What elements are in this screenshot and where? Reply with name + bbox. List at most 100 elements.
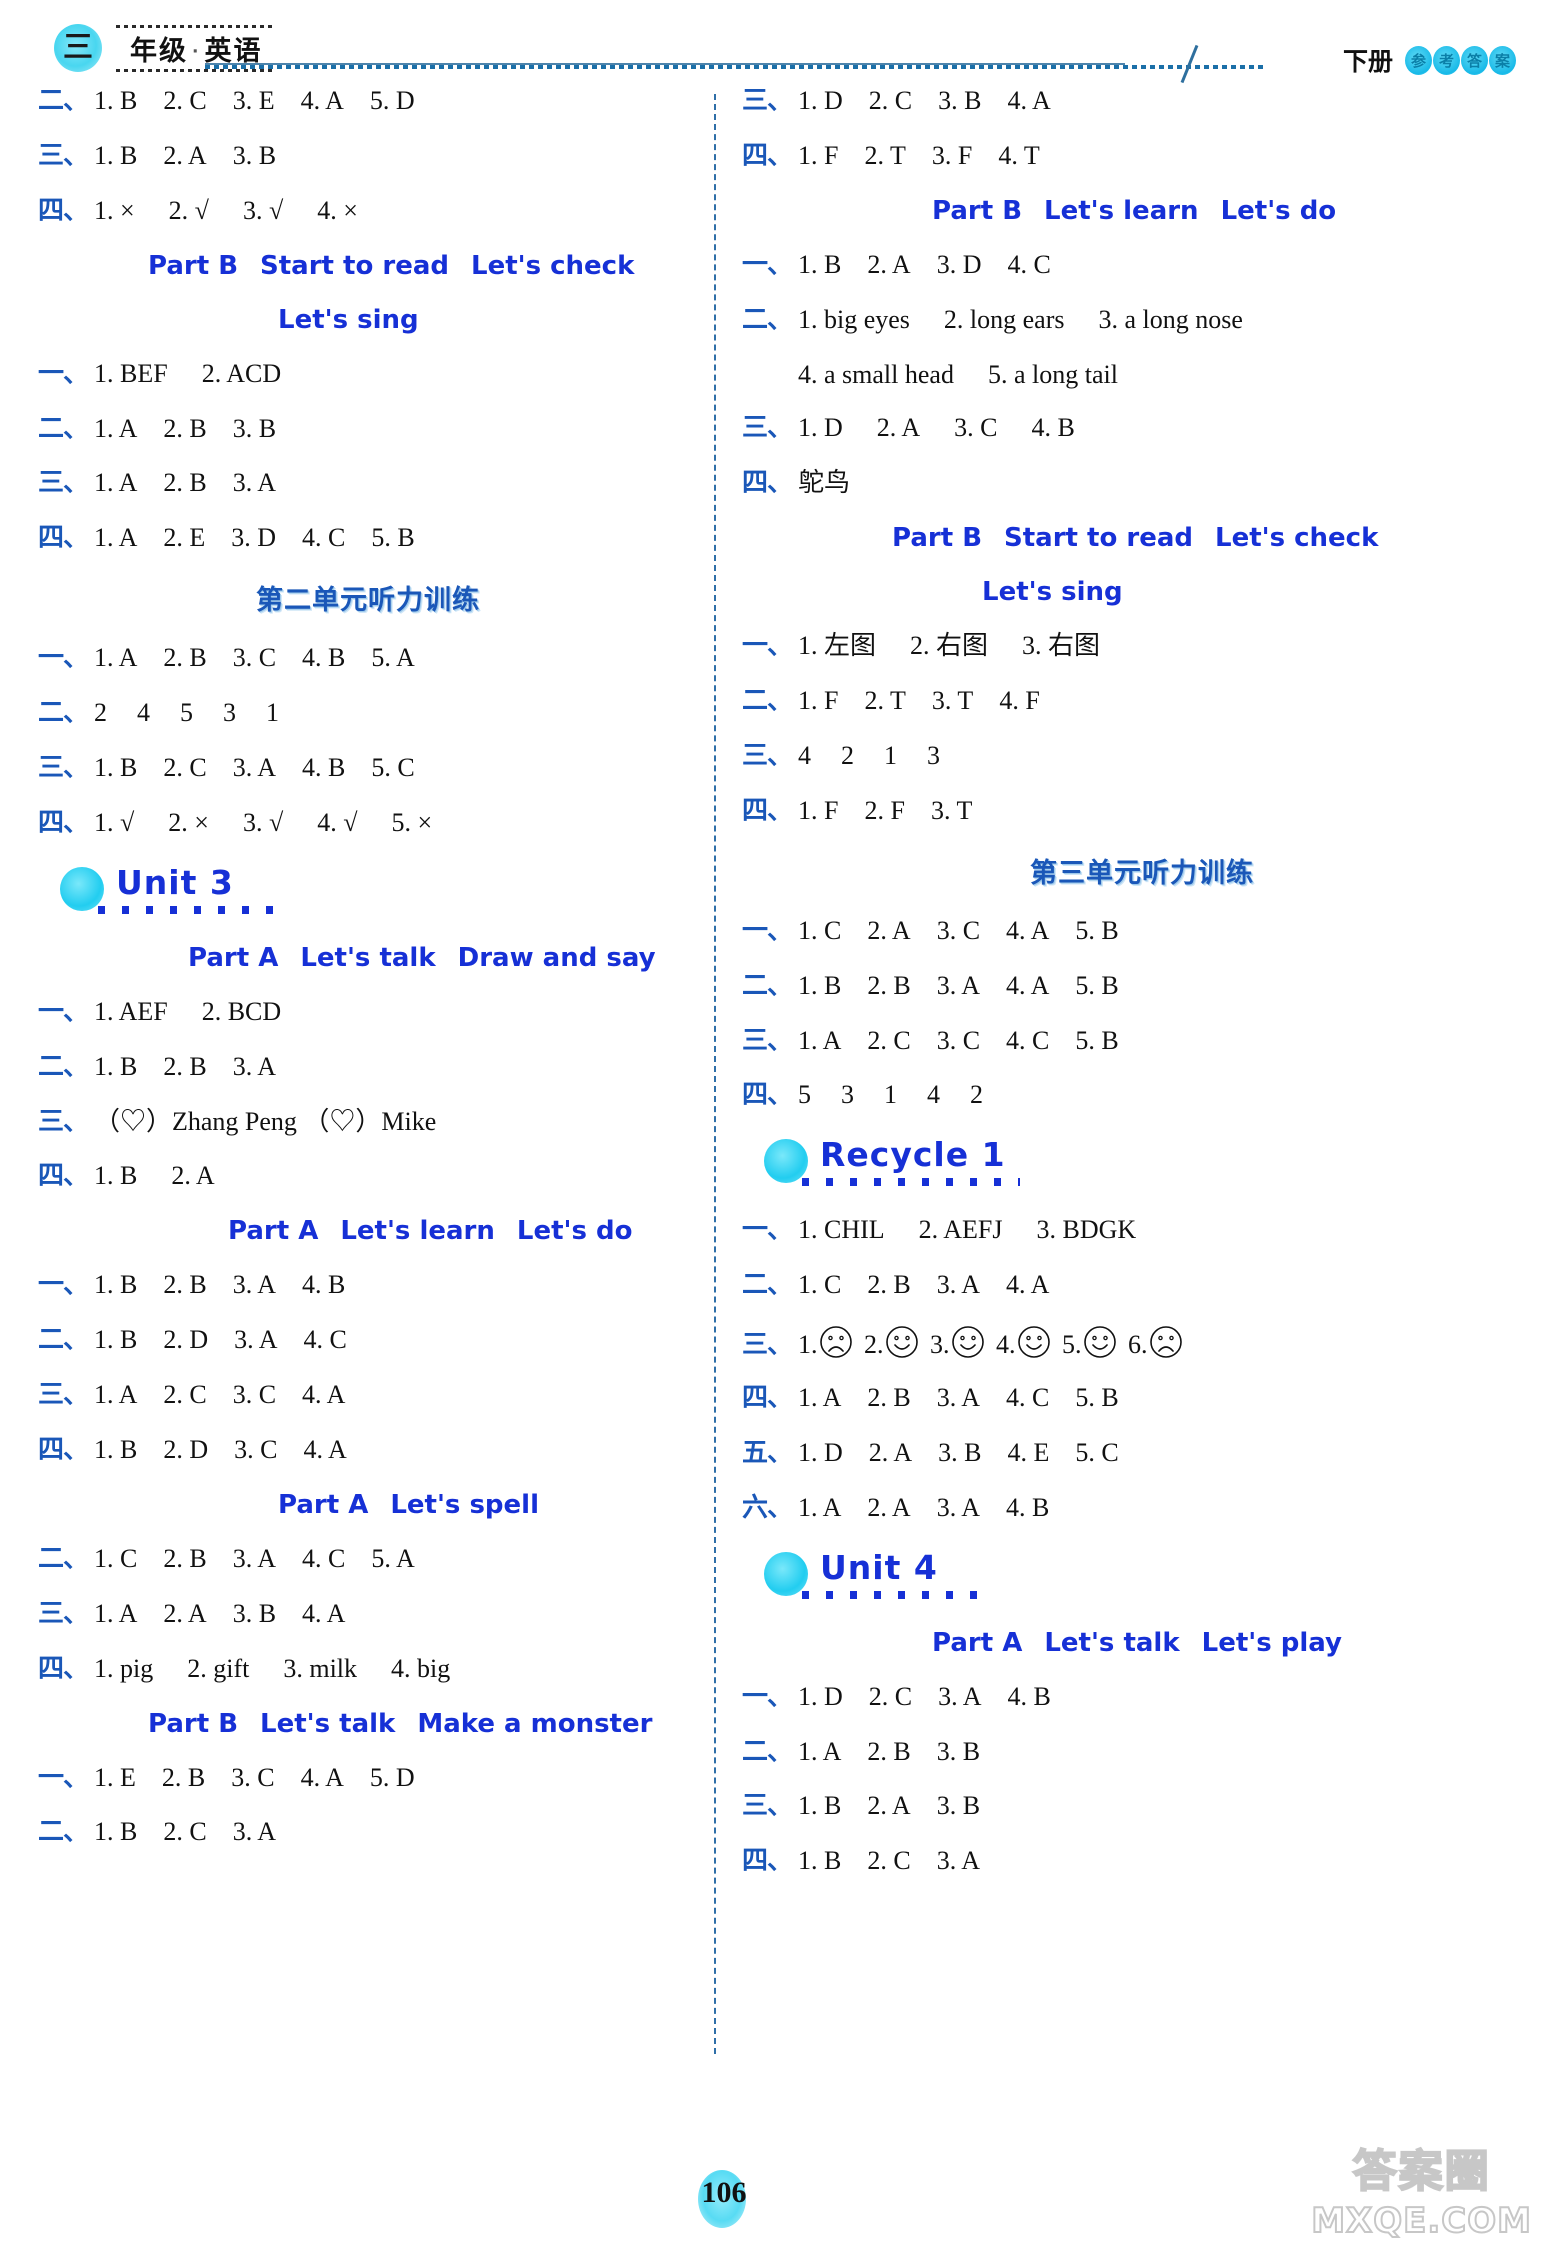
row-answers: 1. C 2. B 3. A 4. C 5. A [94, 1543, 415, 1573]
row-number: 二、 [38, 413, 89, 444]
row-number: 四、 [742, 1080, 793, 1111]
row-answers: 1. B 2. B 3. A [94, 1051, 277, 1081]
header-right-group: 下册 参 考 答 案 [1343, 42, 1516, 78]
unit-dotted-underline [98, 905, 290, 914]
answer-row-hearts: 三、 （♡）Zhang Peng （♡）Mike [38, 1107, 698, 1138]
row-number: 四、 [38, 195, 89, 226]
answer-row: 四、 1. B 2. C 3. A [742, 1846, 1382, 1877]
row-answers: 4213 [798, 741, 940, 771]
row-answers: 1. D 2. C 3. A 4. B [798, 1681, 1051, 1711]
answer-row: 四、 1. pig 2. gift 3. milk 4. big [38, 1654, 698, 1685]
unit-dotted-underline [802, 1590, 994, 1599]
answer-row: 五、 1. D 2. A 3. B 4. E 5. C [742, 1438, 1382, 1469]
answer-row: 二、 1. big eyes 2. long ears 3. a long nose [742, 305, 1382, 336]
page-header: 三 年级 · 英语 下册 参 考 答 案 [0, 18, 1560, 84]
row-number: 二、 [742, 304, 793, 335]
row-answers: 1. B 2. B 3. A 4. A 5. B [798, 970, 1119, 1000]
row-answers: 1. A 2. A 3. B 4. A [94, 1598, 346, 1628]
answer-row: 四、 1. F 2. F 3. T [742, 796, 1382, 827]
row-number: 三、 [38, 1106, 89, 1137]
row-answers: 1. E 2. B 3. C 4. A 5. D [94, 1762, 415, 1792]
row-answers: 1. A 2. B 3. B [94, 413, 277, 443]
row-number: 二、 [38, 1325, 89, 1356]
row-answers: 1. A 2. B 3. C 4. B 5. A [94, 643, 415, 673]
stamp-char-3: 答 [1461, 45, 1488, 75]
sad-face-icon [1149, 1326, 1182, 1358]
answer-row-faces: 三、 1. 2. 3. 4. 5. 6. [742, 1325, 1382, 1361]
column-divider [714, 94, 716, 2054]
answer-row: 一、 1. A 2. B 3. C 4. B 5. A [38, 643, 698, 674]
row-answers: 1. big eyes 2. long ears 3. a long nose [798, 304, 1243, 334]
watermark-cn: 答案圈 [1352, 2145, 1491, 2198]
unit-label: Recycle 1 [820, 1135, 1006, 1175]
answer-row: 二、 1. F 2. T 3. T 4. F [742, 686, 1382, 717]
answer-row: 二、 1. B 2. C 3. A [38, 1817, 698, 1848]
heading-part: Part B [892, 523, 983, 554]
row-number: 四、 [742, 468, 793, 499]
heading-activity: Let's sing [278, 304, 419, 335]
answer-row: 一、 1. D 2. C 3. A 4. B [742, 1682, 1382, 1713]
happy-face-icon [885, 1326, 918, 1358]
row-answers: 1. D 2. A 3. B 4. E 5. C [798, 1437, 1119, 1467]
row-number: 二、 [38, 86, 89, 116]
row-number: 三、 [742, 1330, 793, 1361]
heading-activity-2: Let's do [516, 1216, 633, 1247]
row-number: 三、 [38, 1598, 89, 1629]
row-number: 三、 [742, 1791, 793, 1822]
row-answers: 1. B 2. A 3. D 4. C [798, 249, 1051, 279]
row-answers: 1. F 2. T 3. F 4. T [798, 140, 1040, 170]
row-answers: 1. A 2. A 3. A 4. B [798, 1492, 1050, 1522]
answer-row: 三、 4213 [742, 741, 1382, 772]
heading-activity-1: Let's talk [1044, 1627, 1180, 1658]
answer-row: 四、 1. A 2. E 3. D 4. C 5. B [38, 523, 698, 554]
unit-heading-unit4: Unit 4 [742, 1548, 1382, 1608]
row-number: 六、 [742, 1492, 793, 1523]
row-number: 二、 [742, 1736, 793, 1767]
answer-row: 四、 1. A 2. B 3. A 4. C 5. B [742, 1383, 1382, 1414]
row-answers: 1. 左图 2. 右图 3. 右图 [798, 631, 1101, 661]
face-label-1: 1. [798, 1330, 818, 1360]
heading-part: Part B [932, 195, 1023, 226]
row-number: 四、 [742, 1383, 793, 1414]
answer-row: 三、 1. A 2. A 3. B 4. A [38, 1599, 698, 1630]
answer-row: 二、 1. C 2. B 3. A 4. A [742, 1270, 1382, 1301]
row-answers: 1. √ 2. × 3. √ 4. √ 5. × [94, 807, 433, 837]
row-answers: 1. × 2. √ 3. √ 4. × [94, 195, 358, 225]
left-column: 二、 1. B 2. C 3. E 4. A 5. D 三、 1. B 2. A 3. B … [38, 86, 698, 1872]
face-label-2: 2. [864, 1330, 884, 1360]
row-answers: 1. A 2. E 3. D 4. C 5. B [94, 523, 415, 553]
row-number: 一、 [38, 996, 89, 1027]
answer-row: 一、 1. AEF 2. BCD [38, 997, 698, 1028]
row-answers: 1. B 2. C 3. A [798, 1846, 981, 1876]
row-answers: 1. CHIL 2. AEFJ 3. BDGK [798, 1215, 1137, 1245]
row-number: 二、 [38, 698, 89, 729]
row-number: 三、 [38, 140, 89, 171]
answer-row: 一、 1. C 2. A 3. C 4. A 5. B [742, 916, 1382, 947]
unit-heading-unit3: Unit 3 [38, 863, 698, 923]
row-number: 一、 [38, 643, 89, 674]
heading-part: Part A [278, 1489, 369, 1520]
row-number: 一、 [742, 631, 793, 662]
answer-row: 二、 1. B 2. B 3. A 4. A 5. B [742, 971, 1382, 1002]
unit-ball-icon [60, 866, 104, 911]
row-answers: 1. A 2. C 3. C 4. C 5. B [798, 1025, 1119, 1055]
answer-row: 二、 1. B 2. D 3. A 4. C [38, 1325, 698, 1356]
heading-activity-1: Let's learn [340, 1216, 495, 1247]
row-answers: 53142 [798, 1080, 983, 1110]
header-subject-label: 英语 [204, 35, 263, 67]
sad-face-icon [819, 1326, 852, 1358]
heading-part: Part A [228, 1216, 319, 1247]
row-answers: 1. B 2. C 3. A [94, 1817, 277, 1847]
section-heading: Part B Let's learn Let's do [742, 196, 1382, 226]
heading-activity-2: Let's check [471, 250, 635, 281]
heading-part: Part B [148, 1708, 239, 1739]
answer-row: 四、 1. × 2. √ 3. √ 4. × [38, 196, 698, 227]
heading-activity-2: Draw and say [457, 942, 656, 973]
stamp-char-1: 参 [1405, 45, 1432, 75]
row-answers: 1. C 2. B 3. A 4. A [798, 1270, 1050, 1300]
unit-listening-heading: 第二单元听力训练 [256, 585, 480, 617]
answer-row: 三、 1. A 2. C 3. C 4. A [38, 1380, 698, 1411]
row-number: 三、 [38, 753, 89, 784]
row-number: 三、 [742, 413, 793, 444]
heading-activity-1: Let's talk [260, 1708, 396, 1739]
